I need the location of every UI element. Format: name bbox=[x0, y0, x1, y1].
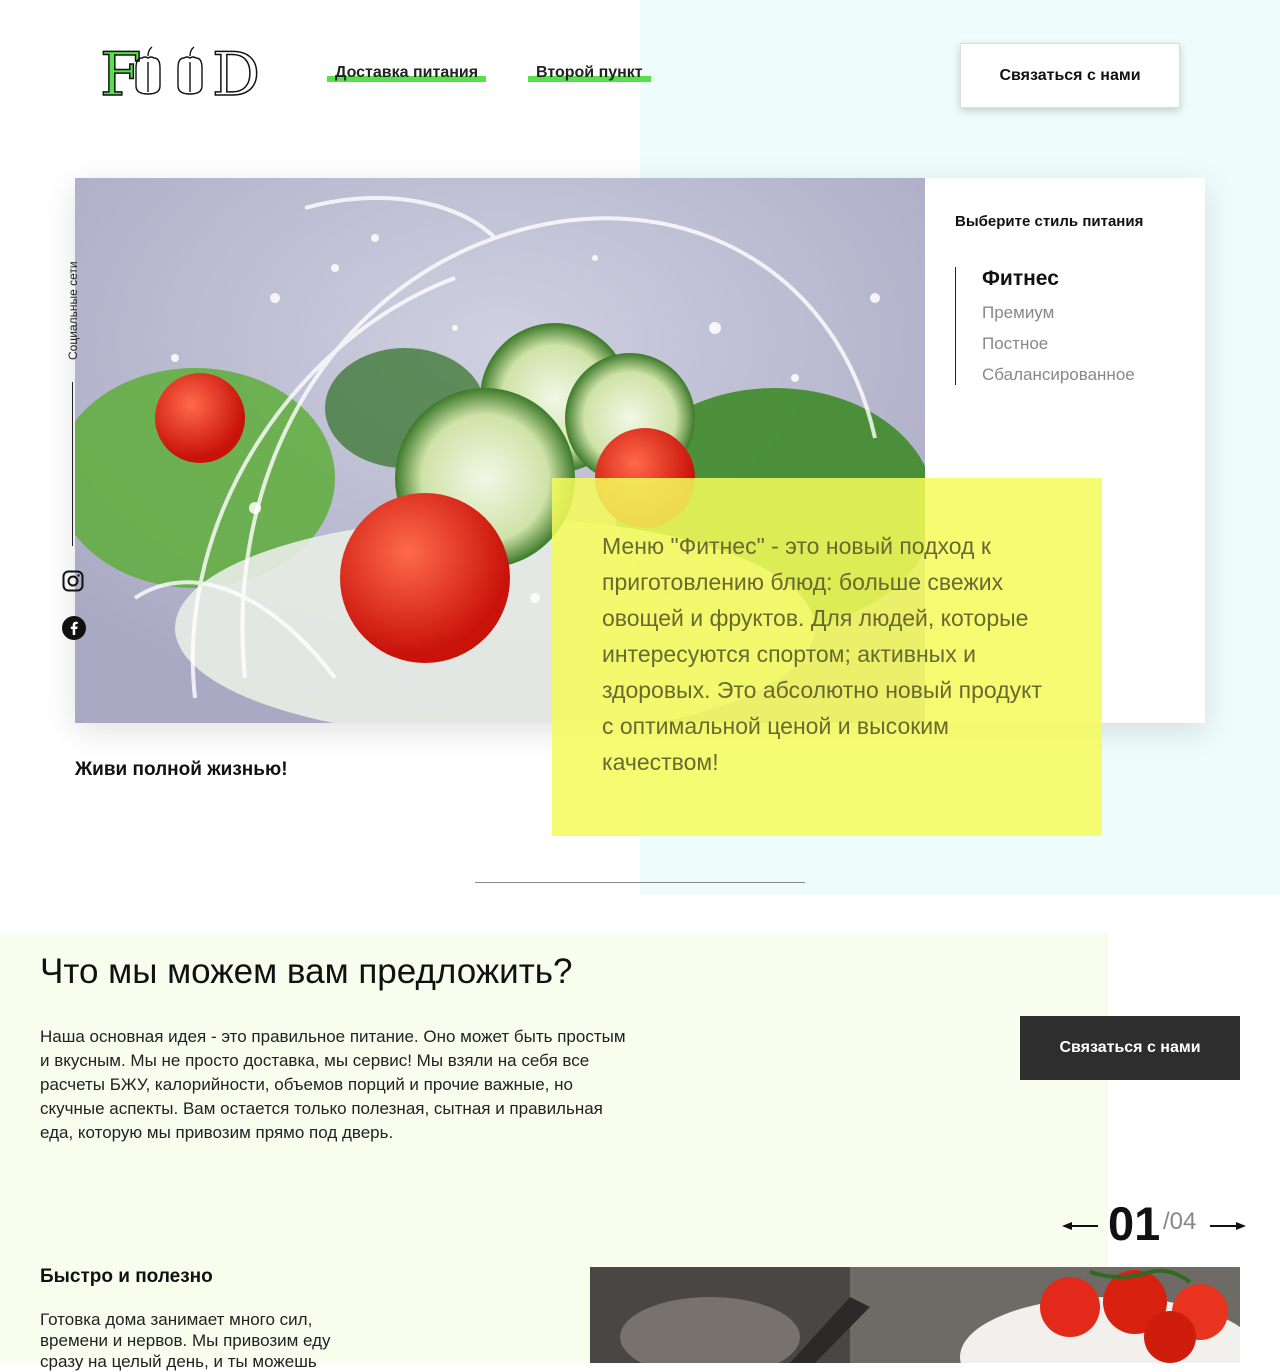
menu-description-text: Меню "Фитнес" - это новый подход к приго… bbox=[602, 533, 1042, 775]
slider-current-number: 01 bbox=[1108, 1197, 1161, 1250]
menu-description-box: Меню "Фитнес" - это новый подход к приго… bbox=[552, 478, 1102, 836]
section-divider bbox=[475, 882, 805, 883]
arrow-right-icon[interactable] bbox=[1208, 1218, 1248, 1234]
style-selector-title: Выберите стиль питания bbox=[955, 213, 1144, 230]
style-option-balanced[interactable]: Сбалансированное bbox=[982, 365, 1135, 385]
social-divider-line bbox=[72, 382, 73, 546]
arrow-left-icon[interactable] bbox=[1060, 1218, 1100, 1234]
facebook-icon[interactable] bbox=[62, 616, 86, 640]
offer-heading: Что мы можем вам предложить? bbox=[40, 952, 573, 991]
style-option-lenten[interactable]: Постное bbox=[982, 334, 1048, 354]
hero-slogan: Живи полной жизнью! bbox=[75, 759, 288, 780]
style-option-premium[interactable]: Премиум bbox=[982, 303, 1054, 323]
contact-button-header[interactable]: Связаться с нами bbox=[960, 43, 1180, 108]
contact-button-offer[interactable]: Связаться с нами bbox=[1020, 1016, 1240, 1080]
style-option-fitness[interactable]: Фитнес bbox=[982, 267, 1059, 291]
slider-total-number: /04 bbox=[1163, 1208, 1197, 1235]
nav-link-label: Доставка питания bbox=[335, 64, 479, 81]
style-selector-bar bbox=[955, 267, 956, 385]
tomatoes-bowl-image bbox=[590, 1267, 1240, 1363]
instagram-icon[interactable] bbox=[62, 570, 84, 592]
offer-description: Наша основная идея - это правильное пита… bbox=[40, 1027, 626, 1142]
svg-text:D: D bbox=[212, 40, 260, 102]
nav-link-label: Второй пункт bbox=[536, 64, 643, 81]
nav-link-second[interactable]: Второй пункт bbox=[528, 64, 651, 82]
food-logo[interactable]: F D bbox=[100, 40, 270, 102]
feature-title: Быстро и полезно bbox=[40, 1266, 213, 1287]
nav-link-delivery[interactable]: Доставка питания bbox=[327, 64, 487, 82]
social-networks-label: Социальные сети bbox=[66, 261, 80, 360]
